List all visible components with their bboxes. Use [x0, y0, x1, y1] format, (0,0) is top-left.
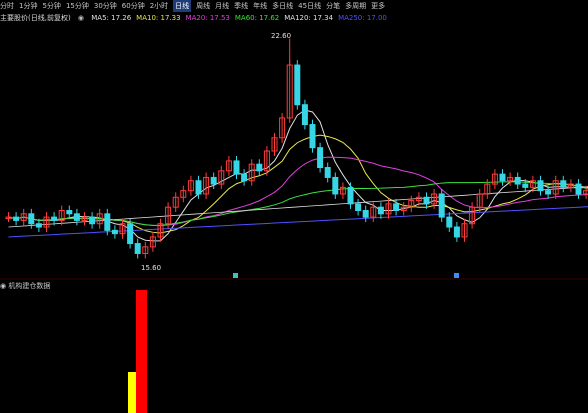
candle-body	[241, 173, 248, 182]
candle-body	[195, 180, 202, 195]
ma-line-5	[8, 186, 588, 228]
candle-body	[446, 216, 453, 228]
subpanel-icon[interactable]: ◉	[0, 282, 6, 290]
period-tab-10[interactable]: 季线	[234, 0, 248, 12]
candle-body	[127, 223, 134, 245]
candle-body	[522, 183, 529, 188]
candle-body	[423, 196, 430, 205]
candle-body	[377, 206, 384, 215]
period-tab-16[interactable]: 更多	[371, 0, 385, 12]
period-tab-8[interactable]: 周线	[196, 0, 210, 12]
ma-legend: 主要股价(日线,前复权) ◉ MA5: 17.26 MA10: 17.33 MA20…	[0, 12, 588, 24]
low-price-label: 15.60	[141, 264, 161, 272]
candle-body	[111, 229, 118, 235]
ma-line-2	[8, 156, 588, 227]
candlestick-chart[interactable]: 22.60 15.60	[0, 24, 588, 280]
period-tab-7[interactable]: 日线	[173, 0, 192, 12]
settings-icon[interactable]: ◉	[78, 12, 84, 24]
ma-line-4	[8, 206, 588, 238]
candle-body	[13, 216, 20, 221]
volume-bar-yellow	[128, 372, 136, 413]
candle-body	[35, 223, 42, 228]
candle-body	[51, 216, 58, 221]
ma-line-3	[8, 181, 588, 226]
ma-label-3: MA60: 17.62	[234, 14, 280, 22]
period-tab-4[interactable]: 30分钟	[94, 0, 117, 12]
candle-body	[438, 193, 445, 218]
candle-body	[233, 160, 240, 175]
high-price-label: 22.60	[271, 32, 291, 40]
period-tab-11[interactable]: 年线	[253, 0, 267, 12]
period-tab-12[interactable]: 多日线	[272, 0, 293, 12]
candle-body	[362, 210, 369, 218]
candle-body	[294, 64, 301, 106]
candle-body	[73, 213, 80, 221]
candle-body	[324, 167, 331, 178]
candle-body	[499, 173, 506, 182]
subpanel-title: 机构建仓数据	[8, 282, 51, 290]
ma-label-5: MA250: 17.00	[338, 14, 387, 22]
period-tab-14[interactable]: 分笔	[326, 0, 340, 12]
candle-body	[309, 124, 316, 149]
candle-body	[514, 176, 521, 185]
indicator-title[interactable]: 主要股价(日线,前复权)	[0, 12, 71, 24]
period-tab-9[interactable]: 月线	[215, 0, 229, 12]
candle-body	[347, 186, 354, 205]
candle-body	[104, 213, 111, 231]
candle-body	[66, 210, 73, 215]
candle-body	[453, 226, 460, 238]
candle-body	[89, 216, 96, 225]
period-tab-15[interactable]: 多周期	[345, 0, 366, 12]
period-tab-6[interactable]: 2小时	[150, 0, 168, 12]
candle-body	[28, 213, 35, 225]
candle-body	[560, 180, 567, 188]
candle-body	[355, 203, 362, 211]
candle-body	[210, 176, 217, 185]
ma-label-1: MA10: 17.33	[136, 14, 181, 22]
period-tab-5[interactable]: 60分钟	[122, 0, 145, 12]
candle-body	[393, 203, 400, 211]
candle-body	[256, 163, 263, 172]
candle-body	[537, 180, 544, 192]
candle-body	[575, 183, 582, 195]
period-tab-0[interactable]: 分时	[0, 0, 14, 12]
signal-marker-1	[233, 273, 238, 278]
period-tab-1[interactable]: 1分钟	[19, 0, 37, 12]
candle-body	[545, 190, 552, 195]
volume-bar-red	[136, 290, 147, 413]
volume-subpanel	[128, 290, 147, 413]
ma-label-2: MA20: 17.53	[185, 14, 230, 22]
candle-body	[317, 147, 324, 169]
candle-body	[301, 104, 308, 126]
ma-label-0: MA5: 17.26	[91, 14, 132, 22]
candle-body	[332, 176, 339, 195]
period-tab-2[interactable]: 5分钟	[42, 0, 60, 12]
period-tab-13[interactable]: 45日线	[298, 0, 321, 12]
period-toolbar: 分时 1分钟 5分钟 15分钟 30分钟 60分钟 2小时 日线 周线 月线 季线 年线 多日线 45日线…	[0, 0, 588, 12]
period-tab-3[interactable]: 15分钟	[66, 0, 89, 12]
signal-marker-2	[454, 273, 459, 278]
candle-body	[134, 243, 141, 254]
ma-label-4: MA120: 17.34	[284, 14, 334, 22]
